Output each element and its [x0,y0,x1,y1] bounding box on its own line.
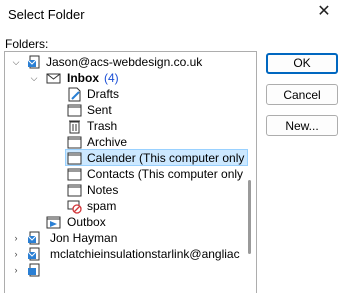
trash-icon [69,120,80,134]
tree-item-label: mclatchieinsulationstarlink@angliac [50,247,240,261]
tree-item-account-jason[interactable]: ⌵ Jason@acs-webdesign.co.uk [5,54,255,70]
folders-label: Folders: [5,37,49,51]
tree-item-account-partial[interactable]: › [5,262,255,278]
chevron-right-icon[interactable]: › [11,246,21,262]
account-icon [27,231,40,245]
tree-item-inbox[interactable]: ⌵ Inbox (4) [5,70,255,86]
tree-item-label: Contacts (This computer only [87,167,244,181]
tree-item-label: Outbox [67,215,106,229]
tree-item-account-mclatchie[interactable]: › mclatchieinsulationstarlink@angliac [5,246,255,262]
scrollbar-thumb[interactable] [248,180,251,254]
drafts-icon [68,87,81,102]
notes-icon [67,184,82,197]
tree-item-label: Sent [87,103,112,117]
tree-item-sent[interactable]: Sent [5,102,255,118]
account-icon [27,247,40,261]
tree-item-label: Drafts [87,87,120,101]
chevron-right-icon[interactable]: › [11,230,21,246]
tree-item-label: Jason@acs-webdesign.co.uk [46,55,203,69]
tree-item-spam[interactable]: spam [5,198,255,214]
sent-icon [67,104,82,117]
tree-item-label: Jon Hayman [50,231,118,245]
contacts-folder-icon [67,168,82,181]
chevron-down-icon[interactable]: ⌵ [11,54,21,70]
tree-item-label: Archive [87,135,128,149]
tree-item-label: Inbox [67,71,99,85]
spam-icon [67,200,82,214]
cancel-button[interactable]: Cancel [266,84,338,105]
chevron-down-icon[interactable]: ⌵ [29,70,39,86]
calendar-folder-icon [67,152,82,165]
folder-tree[interactable]: ⌵ Jason@acs-webdesign.co.uk ⌵ Inbox (4) … [4,51,257,293]
unread-count: (4) [104,71,119,85]
tree-item-calender[interactable]: Calender (This computer only [5,150,255,166]
ok-button[interactable]: OK [266,53,338,74]
chevron-right-icon[interactable]: › [11,262,21,278]
tree-item-outbox[interactable]: Outbox [5,214,255,230]
tree-item-label: spam [87,199,117,213]
close-icon[interactable]: ✕ [315,3,333,21]
inbox-icon [46,73,61,84]
tree-item-label: Calender (This computer only [87,151,245,165]
account-icon [27,55,40,69]
tree-item-trash[interactable]: Trash [5,118,255,134]
new-folder-button[interactable]: New... [266,115,338,136]
tree-item-notes[interactable]: Notes [5,182,255,198]
tree-item-label: Notes [87,183,119,197]
dialog-title: Select Folder [8,7,85,22]
tree-item-archive[interactable]: Archive [5,134,255,150]
tree-item-drafts[interactable]: Drafts [5,86,255,102]
archive-icon [67,136,82,149]
outbox-icon [46,216,61,229]
tree-item-account-jon[interactable]: › Jon Hayman [5,230,255,246]
tree-item-label: Trash [87,119,118,133]
tree-item-contacts[interactable]: Contacts (This computer only [5,166,255,182]
account-icon [28,263,40,277]
